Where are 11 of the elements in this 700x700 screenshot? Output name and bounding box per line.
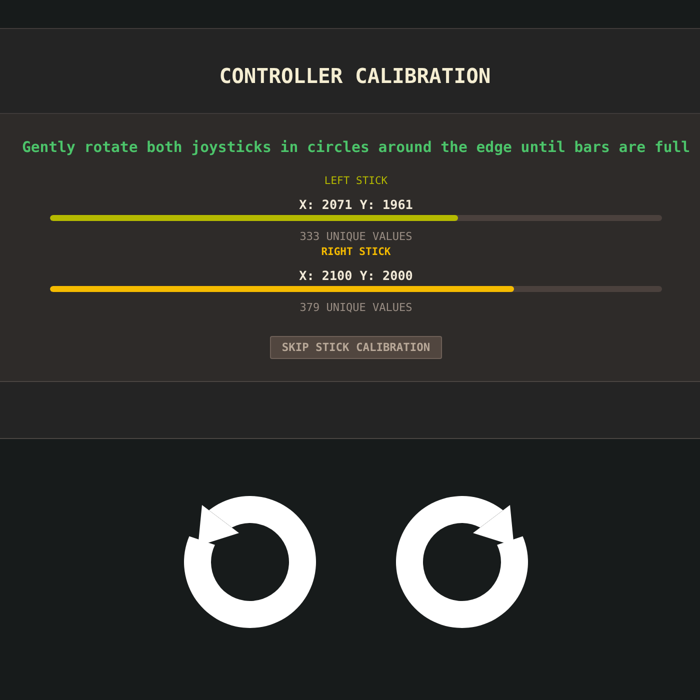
rotate-clockwise-icon <box>396 496 528 628</box>
unique-values-count: 379 UNIQUE VALUES <box>300 301 412 315</box>
stick-reading: X: 2071 Y: 1961 <box>299 197 413 213</box>
stick-reading: X: 2100 Y: 2000 <box>299 268 413 284</box>
rotate-counterclockwise-icon <box>184 496 316 628</box>
page-title: CONTROLLER CALIBRATION <box>218 62 491 88</box>
stick-label: RIGHT STICK <box>321 245 391 259</box>
instruction-text: Gently rotate both joysticks in circles around the edge until bars are full <box>22 139 690 157</box>
skip-button[interactable]: SKIP STICK CALIBRATION <box>270 336 442 359</box>
unique-values-count: 333 UNIQUE VALUES <box>300 230 412 244</box>
stick-label: LEFT STICK <box>324 174 388 188</box>
